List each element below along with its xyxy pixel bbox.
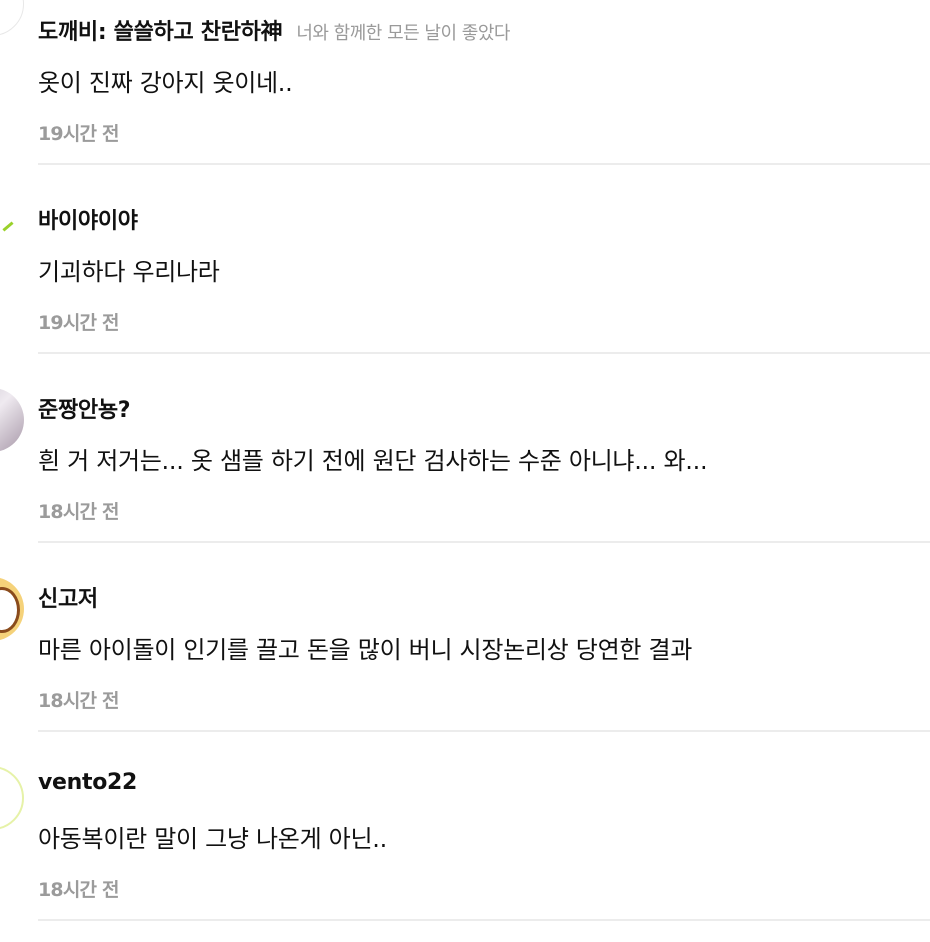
- author-name[interactable]: 준짱안뇽?: [38, 398, 131, 423]
- author-line: 도깨비: 쓸쓸하고 찬란하神 너와 함께한 모든 날이 좋았다: [38, 14, 510, 46]
- comment-item: 신고저 마른 아이돌이 인기를 끌고 돈을 많이 버니 시장논리상 당연한 결과…: [0, 567, 930, 756]
- comment-text: 아동복이란 말이 그냥 나온게 아닌..: [38, 825, 387, 853]
- comment-divider: [38, 541, 930, 543]
- comment-divider: [38, 730, 930, 732]
- user-avatar[interactable]: [0, 766, 24, 830]
- comment-text: 기괴하다 우리나라: [38, 258, 220, 286]
- comment-item: vento22 아동복이란 말이 그냥 나온게 아닌.. 18시간 전: [0, 756, 930, 942]
- comment-item: 도깨비: 쓸쓸하고 찬란하神 너와 함께한 모든 날이 좋았다 옷이 진짜 강아…: [0, 0, 930, 189]
- user-avatar[interactable]: [0, 577, 24, 641]
- author-line: 준짱안뇽?: [38, 392, 131, 424]
- comment-list: 도깨비: 쓸쓸하고 찬란하神 너와 함께한 모든 날이 좋았다 옷이 진짜 강아…: [0, 0, 930, 942]
- user-avatar[interactable]: [0, 197, 24, 261]
- comment-timestamp: 18시간 전: [38, 501, 120, 523]
- comment-timestamp: 18시간 전: [38, 690, 120, 712]
- comment-divider: [38, 352, 930, 354]
- comment-text: 마른 아이돌이 인기를 끌고 돈을 많이 버니 시장논리상 당연한 결과: [38, 636, 693, 664]
- author-line: vento22: [38, 770, 137, 795]
- author-name[interactable]: 도깨비: 쓸쓸하고 찬란하神: [38, 20, 283, 45]
- comment-timestamp: 18시간 전: [38, 879, 120, 901]
- author-name[interactable]: 신고저: [38, 587, 98, 612]
- author-note: 너와 함께한 모든 날이 좋았다: [296, 23, 510, 44]
- comment-divider: [38, 163, 930, 165]
- comment-divider: [38, 919, 930, 921]
- comment-timestamp: 19시간 전: [38, 312, 120, 334]
- comment-item: 바이야이야 기괴하다 우리나라 19시간 전: [0, 189, 930, 378]
- author-line: 신고저: [38, 581, 98, 613]
- user-avatar[interactable]: [0, 0, 24, 36]
- author-name[interactable]: vento22: [38, 770, 137, 795]
- comment-text: 옷이 진짜 강아지 옷이네..: [38, 69, 293, 97]
- comment-timestamp: 19시간 전: [38, 123, 120, 145]
- user-avatar[interactable]: [0, 388, 24, 452]
- author-line: 바이야이야: [38, 203, 138, 235]
- comment-text: 흰 거 저거는... 옷 샘플 하기 전에 원단 검사하는 수준 아니냐... …: [38, 447, 708, 475]
- comment-item: 준짱안뇽? 흰 거 저거는... 옷 샘플 하기 전에 원단 검사하는 수준 아…: [0, 378, 930, 567]
- author-name[interactable]: 바이야이야: [38, 209, 138, 234]
